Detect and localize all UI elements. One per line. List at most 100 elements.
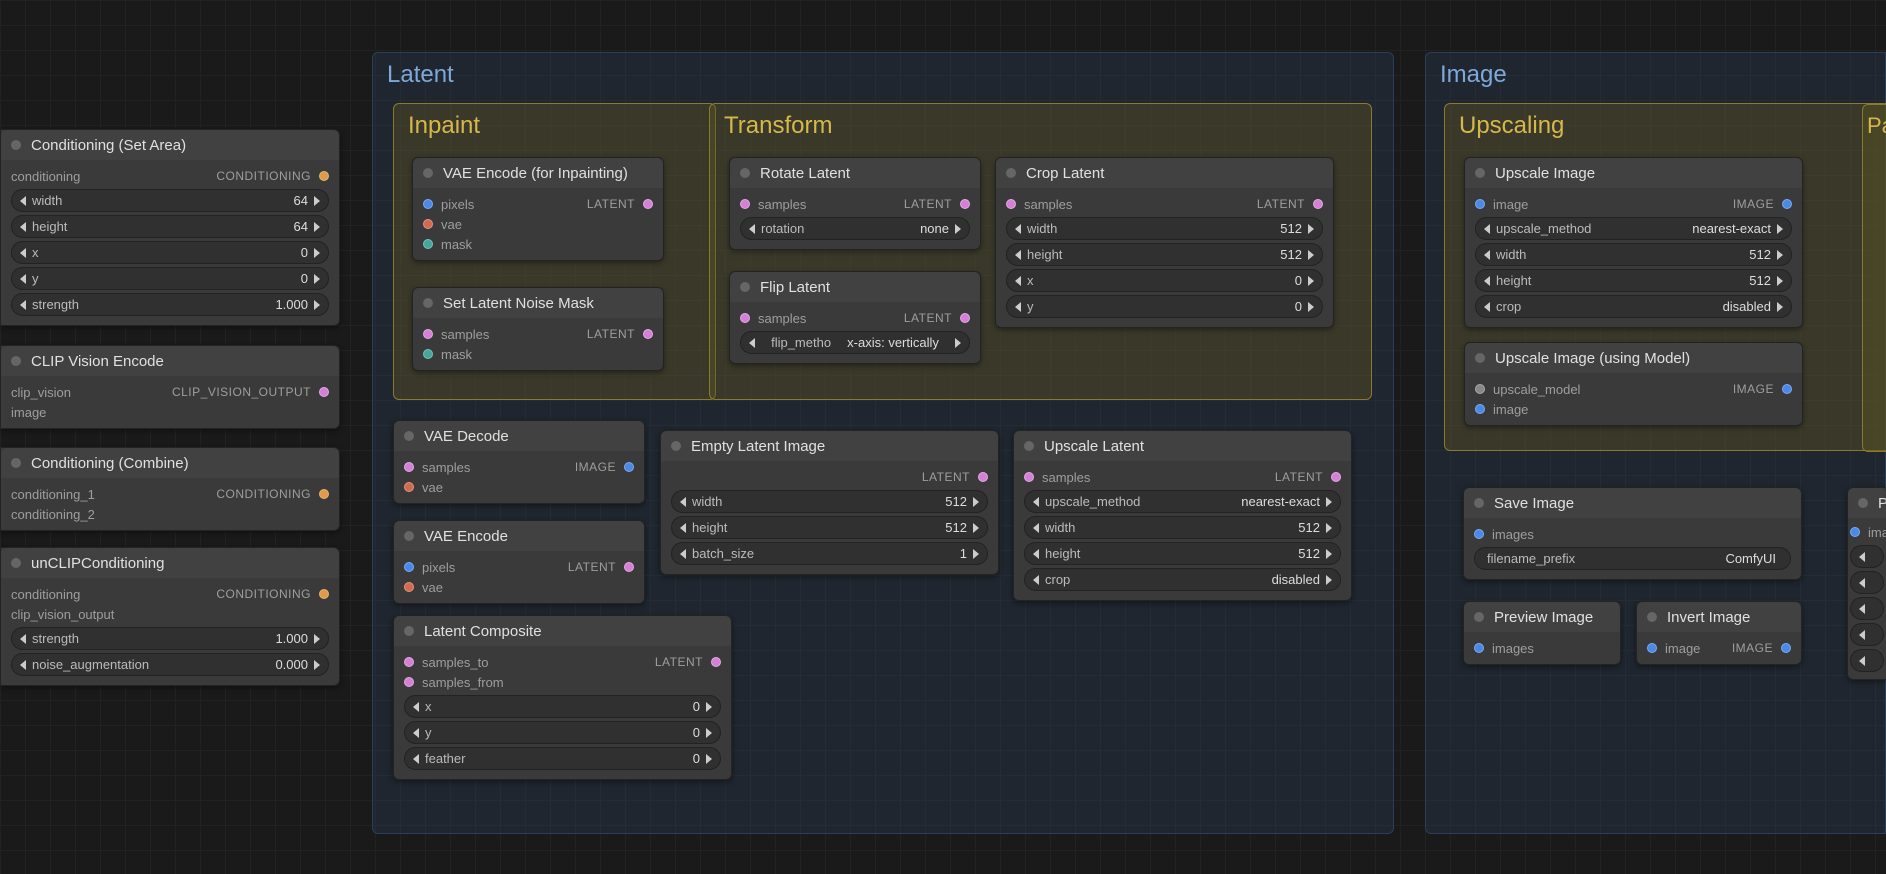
param-upscale-method[interactable]: upscale_methodnearest-exact — [1024, 490, 1341, 513]
param-width[interactable]: width512 — [1024, 516, 1341, 539]
param-height[interactable]: height512 — [1006, 243, 1323, 266]
output-port[interactable] — [624, 562, 634, 572]
param-height[interactable]: height64 — [11, 215, 329, 238]
group-transform[interactable]: Transform Rotate Latent samplesLATENT ro… — [709, 103, 1372, 400]
input-port[interactable] — [404, 657, 414, 667]
param-noise-augmentation[interactable]: noise_augmentation0.000 — [11, 653, 329, 676]
node-header[interactable]: unCLIPConditioning — [1, 548, 339, 578]
input-port[interactable] — [1850, 527, 1860, 537]
output-port[interactable] — [319, 387, 329, 397]
input-port[interactable] — [1006, 199, 1016, 209]
input-port[interactable] — [404, 462, 414, 472]
param-crop[interactable]: cropdisabled — [1024, 568, 1341, 591]
input-port[interactable] — [404, 677, 414, 687]
node-upscale-image-model[interactable]: Upscale Image (using Model) upscale_mode… — [1464, 342, 1803, 426]
output-port[interactable] — [643, 329, 653, 339]
param-x[interactable]: x0 — [1006, 269, 1323, 292]
param-y[interactable]: y0 — [1006, 295, 1323, 318]
output-port[interactable] — [1313, 199, 1323, 209]
input-port[interactable] — [404, 582, 414, 592]
param-bottom[interactable]: bo — [1850, 623, 1884, 646]
param-width[interactable]: width512 — [671, 490, 988, 513]
output-port[interactable] — [1782, 199, 1792, 209]
node-save-image[interactable]: Save Image images filename_prefixComfyUI — [1463, 487, 1802, 580]
param-top[interactable]: top — [1850, 571, 1884, 594]
node-header[interactable]: Upscale Image (using Model) — [1465, 343, 1802, 373]
input-port[interactable] — [1474, 643, 1484, 653]
node-header[interactable]: Set Latent Noise Mask — [413, 288, 663, 318]
param-flip-method[interactable]: flip_methodx-axis: vertically — [740, 331, 970, 354]
node-flip-latent[interactable]: Flip Latent samplesLATENT flip_methodx-a… — [729, 271, 981, 364]
node-conditioning-set-area[interactable]: Conditioning (Set Area) conditioning CON… — [0, 129, 340, 326]
group-inpaint[interactable]: Inpaint VAE Encode (for Inpainting) pixe… — [393, 103, 716, 400]
input-port[interactable] — [740, 313, 750, 323]
param-height[interactable]: height512 — [1024, 542, 1341, 565]
node-header[interactable]: VAE Decode — [394, 421, 644, 451]
group-upscaling[interactable]: Upscaling Upscale Image imageIMAGE upsca… — [1444, 103, 1886, 451]
input-port[interactable] — [423, 349, 433, 359]
node-header[interactable]: Preview Image — [1464, 602, 1620, 632]
param-upscale-method[interactable]: upscale_methodnearest-exact — [1475, 217, 1792, 240]
param-x[interactable]: x0 — [11, 241, 329, 264]
node-upscale-image[interactable]: Upscale Image imageIMAGE upscale_methodn… — [1464, 157, 1803, 328]
output-port[interactable] — [1781, 643, 1791, 653]
output-port[interactable] — [960, 199, 970, 209]
input-port[interactable] — [423, 239, 433, 249]
param-x[interactable]: x0 — [404, 695, 721, 718]
param-filename-prefix[interactable]: filename_prefixComfyUI — [1474, 547, 1791, 570]
param-left[interactable]: lef — [1850, 545, 1884, 568]
input-port[interactable] — [1647, 643, 1657, 653]
param-height[interactable]: height512 — [671, 516, 988, 539]
output-port[interactable] — [319, 489, 329, 499]
param-width[interactable]: width512 — [1475, 243, 1792, 266]
node-header[interactable]: Conditioning (Combine) — [1, 448, 339, 478]
param-strength[interactable]: strength1.000 — [11, 627, 329, 650]
node-latent-composite[interactable]: Latent Composite samples_toLATENT sample… — [393, 615, 732, 780]
input-port[interactable] — [1474, 529, 1484, 539]
node-invert-image[interactable]: Invert Image imageIMAGE — [1636, 601, 1802, 665]
param-feather[interactable]: fea — [1850, 649, 1884, 672]
node-empty-latent-image[interactable]: Empty Latent Image LATENT width512 heigh… — [660, 430, 999, 575]
param-height[interactable]: height512 — [1475, 269, 1792, 292]
node-set-latent-noise-mask[interactable]: Set Latent Noise Mask samplesLATENT mask — [412, 287, 664, 371]
output-port[interactable] — [1782, 384, 1792, 394]
node-header[interactable]: Crop Latent — [996, 158, 1333, 188]
output-port[interactable] — [1331, 472, 1341, 482]
node-header[interactable]: Upscale Latent — [1014, 431, 1351, 461]
node-vae-encode-inpaint[interactable]: VAE Encode (for Inpainting) pixelsLATENT… — [412, 157, 664, 261]
output-port[interactable] — [319, 171, 329, 181]
param-y[interactable]: y0 — [404, 721, 721, 744]
output-port[interactable] — [643, 199, 653, 209]
group-image[interactable]: Image Upscaling Upscale Image imageIMAGE… — [1425, 52, 1886, 834]
node-unclip-conditioning[interactable]: unCLIPConditioning conditioningCONDITION… — [0, 547, 340, 686]
input-port[interactable] — [423, 219, 433, 229]
input-port[interactable] — [423, 199, 433, 209]
input-port[interactable] — [404, 482, 414, 492]
node-header[interactable]: VAE Encode — [394, 521, 644, 551]
param-rotation[interactable]: rotationnone — [740, 217, 970, 240]
output-port[interactable] — [960, 313, 970, 323]
param-width[interactable]: width64 — [11, 189, 329, 212]
node-header[interactable]: CLIP Vision Encode — [1, 346, 339, 376]
input-port[interactable] — [423, 329, 433, 339]
input-port[interactable] — [1475, 384, 1485, 394]
param-strength[interactable]: strength1.000 — [11, 293, 329, 316]
node-preview-image[interactable]: Preview Image images — [1463, 601, 1621, 665]
param-width[interactable]: width512 — [1006, 217, 1323, 240]
node-header[interactable]: Conditioning (Set Area) — [1, 130, 339, 160]
param-feather[interactable]: feather0 — [404, 747, 721, 770]
node-vae-decode[interactable]: VAE Decode samplesIMAGE vae — [393, 420, 645, 504]
node-header[interactable]: Invert Image — [1637, 602, 1801, 632]
node-crop-latent[interactable]: Crop Latent samplesLATENT width512 heigh… — [995, 157, 1334, 328]
param-y[interactable]: y0 — [11, 267, 329, 290]
input-port[interactable] — [1024, 472, 1034, 482]
node-pad-partial[interactable]: Pa image lef top rig bo fea — [1847, 487, 1886, 680]
param-batch-size[interactable]: batch_size1 — [671, 542, 988, 565]
output-port[interactable] — [711, 657, 721, 667]
input-port[interactable] — [404, 562, 414, 572]
input-port[interactable] — [1475, 199, 1485, 209]
node-clip-vision-encode[interactable]: CLIP Vision Encode clip_visionCLIP_VISIO… — [0, 345, 340, 429]
node-header[interactable]: VAE Encode (for Inpainting) — [413, 158, 663, 188]
node-header[interactable]: Upscale Image — [1465, 158, 1802, 188]
group-latent[interactable]: Latent Inpaint VAE Encode (for Inpaintin… — [372, 52, 1394, 834]
